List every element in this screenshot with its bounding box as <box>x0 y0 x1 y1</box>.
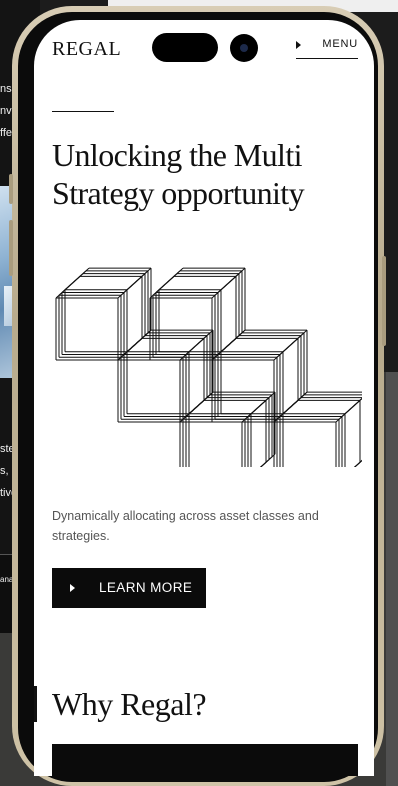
regal-logo[interactable]: REGAL <box>52 38 121 61</box>
cube-5 <box>179 391 276 467</box>
section-marker <box>34 686 37 722</box>
background-text: s, <box>0 465 9 477</box>
phone-screen: REGAL MENU Unlocking the Multi Strategy … <box>34 20 374 776</box>
learn-more-button[interactable]: LEARN MORE <box>52 568 206 608</box>
play-triangle-icon <box>70 584 75 592</box>
background-strip-right <box>386 372 398 786</box>
cube-1 <box>55 267 152 361</box>
cube-4 <box>211 329 308 423</box>
why-regal-heading: Why Regal? <box>52 686 207 722</box>
hero-title: Unlocking the Multi Strategy opportunity <box>52 137 305 211</box>
title-rule <box>52 111 114 112</box>
phone-side-button <box>382 256 386 346</box>
play-triangle-icon <box>296 41 301 49</box>
dynamic-island <box>152 33 218 62</box>
hero-description: Dynamically allocating across asset clas… <box>52 509 319 543</box>
menu-button[interactable]: MENU <box>296 38 358 59</box>
phone-side-button <box>9 174 13 204</box>
cube-2 <box>149 267 246 361</box>
cubes-illustration <box>55 267 362 467</box>
camera-icon <box>230 34 258 62</box>
background-text: ffe <box>0 127 13 139</box>
menu-label: MENU <box>322 38 358 50</box>
learn-more-label: LEARN MORE <box>99 580 193 595</box>
cube-3 <box>117 329 214 423</box>
cube-6 <box>273 391 362 467</box>
section-dark-block <box>52 744 358 776</box>
phone-side-button <box>9 220 13 276</box>
